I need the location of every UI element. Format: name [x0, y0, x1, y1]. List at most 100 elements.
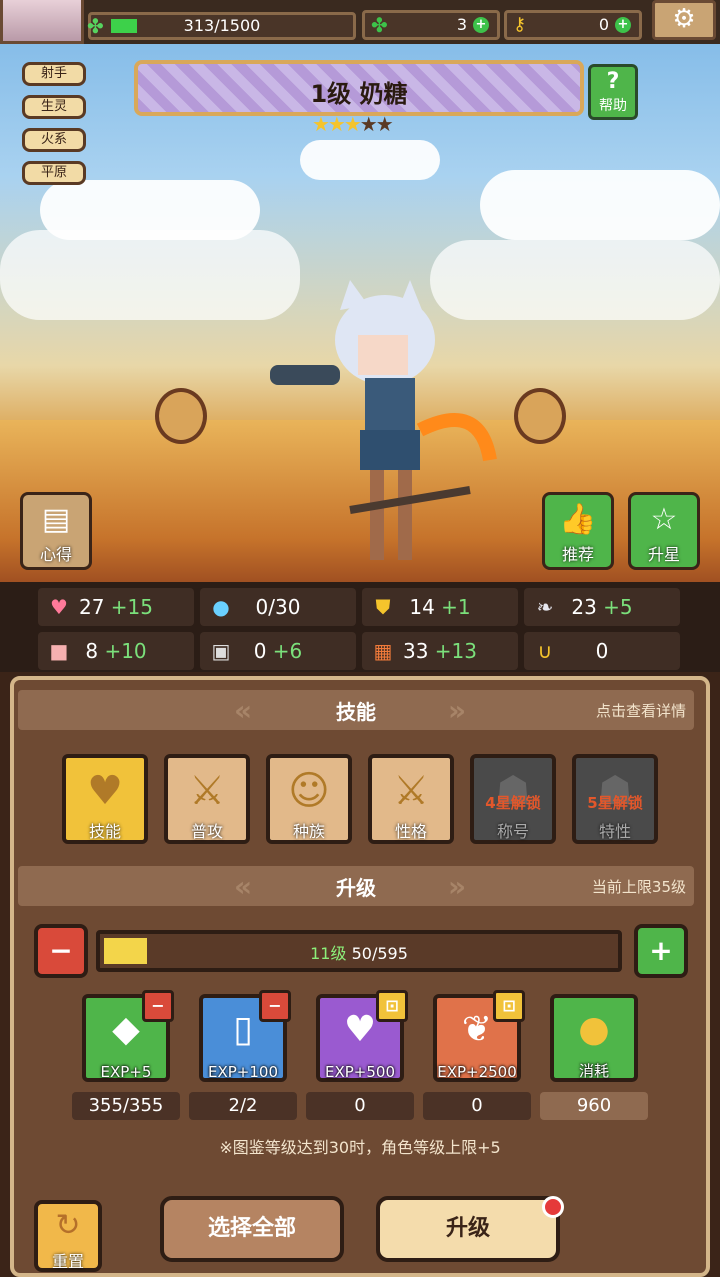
exp-item-1[interactable]: ▯ − EXP+100 — [199, 990, 291, 1082]
exp-item-0[interactable]: ◆ − EXP+5 — [82, 990, 174, 1082]
stat-base: 0/30 — [255, 595, 301, 619]
cloud — [0, 230, 300, 320]
plus-icon: + — [649, 934, 673, 967]
right-arrow-gem-icon[interactable] — [514, 388, 566, 444]
exp-item-label: EXP+2500 — [437, 1063, 517, 1081]
notes-button[interactable]: ▤ 心得 — [20, 492, 92, 570]
stat-horseshoe: ∪ 0 — [524, 632, 680, 670]
add-key-icon[interactable]: + — [615, 17, 631, 33]
stat-value: 0 — [524, 632, 680, 670]
lock-icon[interactable]: ⊡ — [493, 990, 525, 1022]
stat-heart: ♥ 27 +15 — [38, 588, 194, 626]
hero-stars: ★★★★★ — [312, 112, 394, 136]
clover-value: 3 — [456, 15, 467, 34]
skill-2[interactable]: ☺ 种族 — [266, 754, 352, 844]
upgrade-label: 升级 — [445, 1216, 490, 1241]
key-value: 0 — [598, 15, 609, 34]
remove-icon[interactable]: − — [142, 990, 174, 1022]
notification-dot — [542, 1196, 564, 1218]
remove-icon[interactable]: − — [259, 990, 291, 1022]
skill-1[interactable]: ⚔ 普攻 — [164, 754, 250, 844]
coin-icon: ● — [578, 1009, 610, 1050]
level-cap-note: ※图鉴等级达到30时，角色等级上限+5 — [219, 1138, 501, 1157]
left-arrow-gem-icon[interactable] — [155, 388, 207, 444]
settings-button[interactable]: ⚙ — [652, 0, 716, 40]
exp-item-label: EXP+100 — [208, 1063, 278, 1081]
stat-base: 23 — [571, 595, 597, 619]
stat-value: 8 +10 — [38, 632, 194, 670]
tag-element[interactable]: 火系 — [22, 128, 86, 152]
stat-value: 23 +5 — [524, 588, 680, 626]
skill-label: 特性 — [598, 822, 631, 841]
level-cap-hint: 当前上限35级 — [591, 878, 686, 896]
skills-hint[interactable]: 点击查看详情 — [596, 700, 686, 721]
stat-book: ▣ 0 +6 — [200, 632, 356, 670]
exp-item-count: 2/2 — [189, 1092, 297, 1120]
level-up-button[interactable]: + — [634, 924, 688, 978]
exp-item-3[interactable]: ❦ ⊡ EXP+2500 — [433, 990, 525, 1082]
skill-label: 性格 — [394, 822, 427, 841]
stat-bonus: +1 — [441, 595, 471, 619]
hero-sprite[interactable] — [270, 280, 500, 580]
exp-item-count: 960 — [540, 1092, 648, 1120]
stats-panel: ♥ 27 +15 ● 0/30 ⛊ 14 +1 ❧ 23 +5 ■ 8 +10 ▣ 0 +6 ▦ 33 … — [0, 582, 720, 672]
tag-race[interactable]: 生灵 — [22, 95, 86, 119]
stat-base: 0 — [595, 639, 609, 663]
tag-terrain[interactable]: 平原 — [22, 161, 86, 185]
skill-emblem-icon: ⚔ — [189, 768, 225, 814]
level-exp: 50/595 — [351, 944, 408, 963]
stat-bonus: +13 — [434, 639, 478, 663]
skill-5[interactable]: ☗ 5星解锁 特性 — [572, 754, 658, 844]
star-up-button[interactable]: ☆ 升星 — [628, 492, 700, 570]
notebook-icon: ▤ — [41, 502, 71, 537]
stat-value: 27 +15 — [38, 588, 194, 626]
hero-name-banner: 1级 奶糖 — [134, 60, 584, 116]
skills-title: 技能 — [336, 700, 376, 724]
skill-4[interactable]: ☗ 4星解锁 称号 — [470, 754, 556, 844]
stat-shield: ⛊ 14 +1 — [362, 588, 518, 626]
recommend-button[interactable]: 👍 推荐 — [542, 492, 614, 570]
stat-bonus: +10 — [104, 639, 147, 663]
skill-3[interactable]: ⚔ 性格 — [368, 754, 454, 844]
stat-water-drop: ● 0/30 — [200, 588, 356, 626]
minus-icon: − — [49, 934, 73, 967]
question-icon: ? — [606, 69, 620, 94]
skill-emblem-icon: ⚔ — [393, 768, 429, 814]
locked-icon: ☗ — [495, 768, 531, 814]
stat-fist: ■ 8 +10 — [38, 632, 194, 670]
select-all-label: 选择全部 — [207, 1216, 296, 1241]
stat-value: 0 +6 — [200, 632, 356, 670]
skill-0[interactable]: ♥ 技能 — [62, 754, 148, 844]
stat-bonus: +15 — [110, 595, 154, 619]
exp-item-2[interactable]: ♥ ⊡ EXP+500 — [316, 990, 408, 1082]
level-label: 11级 — [310, 944, 347, 963]
stat-bonus: +6 — [272, 639, 303, 663]
exp-item-count: 0 — [306, 1092, 414, 1120]
upgrade-button[interactable]: 升级 — [376, 1196, 560, 1262]
stat-value: 33 +13 — [362, 632, 518, 670]
add-clover-icon[interactable]: + — [473, 17, 489, 33]
exp-item-label: EXP+5 — [100, 1063, 152, 1081]
reset-label: 重置 — [51, 1252, 84, 1271]
exp-item-label: EXP+500 — [325, 1063, 395, 1081]
cloud — [300, 140, 440, 180]
skill-label: 种族 — [292, 822, 325, 841]
help-button[interactable]: ? 帮助 — [588, 64, 638, 120]
stars-empty: ★★ — [359, 112, 394, 136]
star-up-label: 升星 — [647, 545, 680, 564]
exp-text: 313/1500 — [183, 16, 261, 35]
select-all-button[interactable]: 选择全部 — [160, 1196, 344, 1262]
upgrade-header: « » 升级 当前上限35级 — [18, 866, 694, 906]
skill-label: 称号 — [496, 822, 529, 841]
reset-button[interactable]: ↻ 重置 — [34, 1200, 102, 1272]
tag-class[interactable]: 射手 — [22, 62, 86, 86]
lock-icon[interactable]: ⊡ — [376, 990, 408, 1022]
exp-item-4[interactable]: ● 消耗 — [550, 994, 638, 1082]
skill-emblem-icon: ☺ — [288, 768, 330, 814]
level-down-button[interactable]: − — [34, 924, 88, 978]
stat-scroll: ▦ 33 +13 — [362, 632, 518, 670]
stat-wing: ❧ 23 +5 — [524, 588, 680, 626]
exp-item-label: 消耗 — [578, 1062, 609, 1080]
stat-base: 14 — [409, 595, 435, 619]
player-avatar[interactable] — [0, 0, 84, 44]
